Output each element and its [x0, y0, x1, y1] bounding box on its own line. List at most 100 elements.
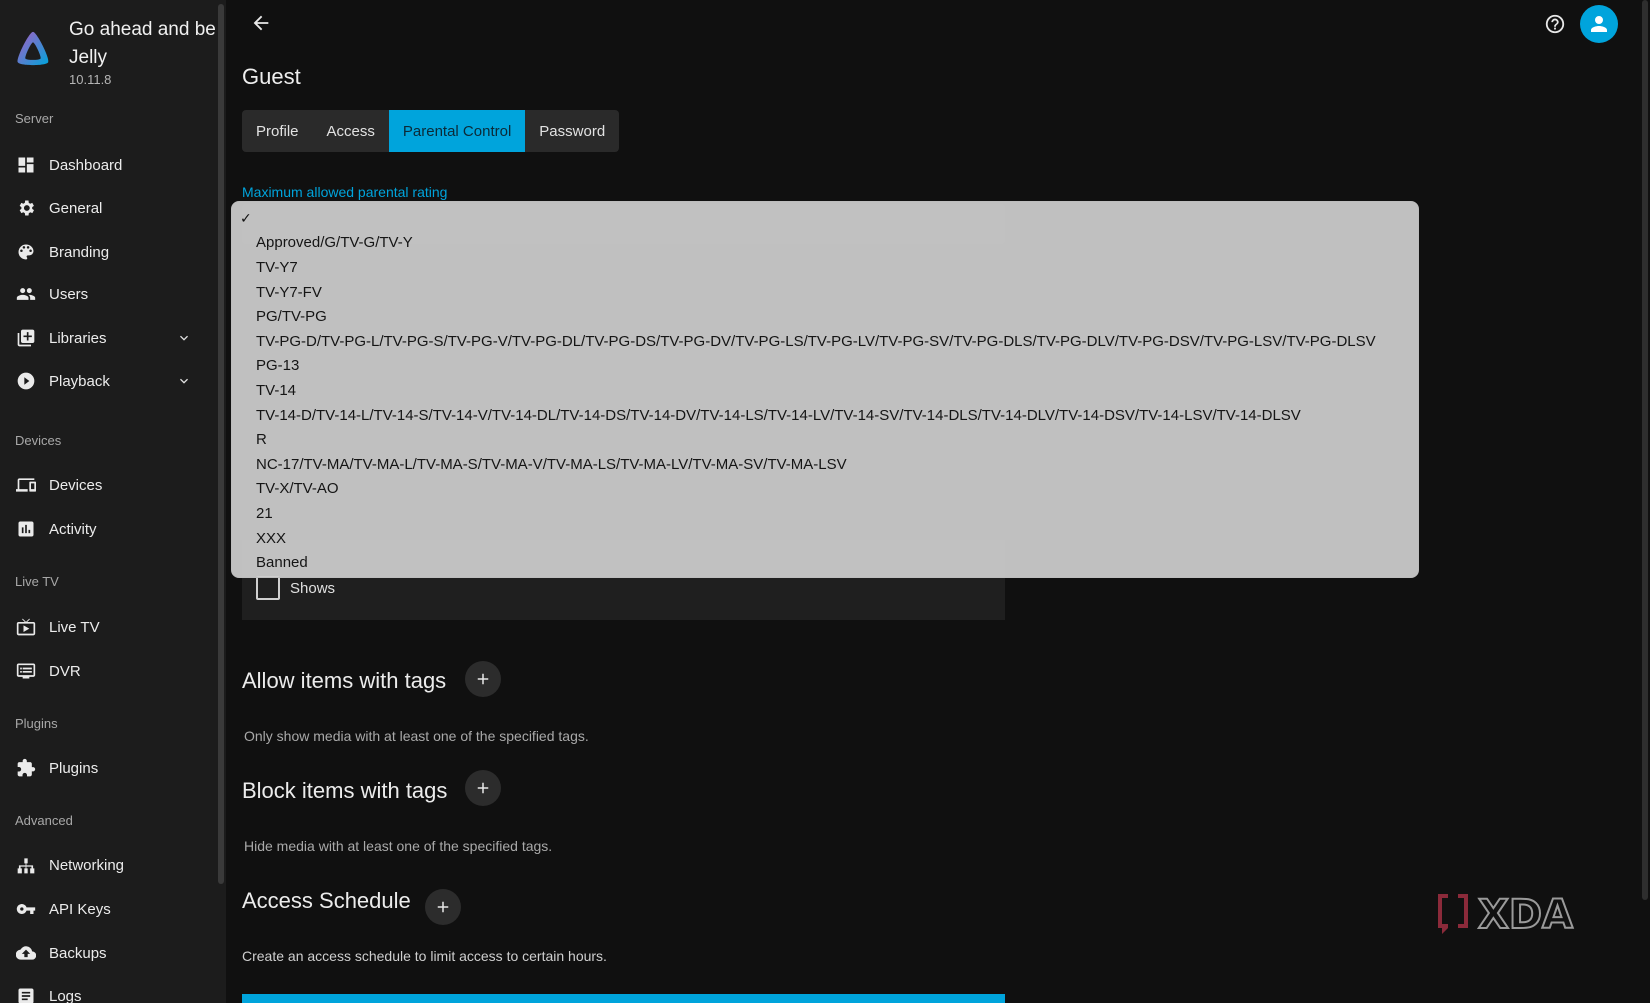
tab-profile[interactable]: Profile: [242, 110, 313, 152]
rating-option-label: TV-PG-D/TV-PG-L/TV-PG-S/TV-PG-V/TV-PG-DL…: [256, 332, 1376, 350]
chevron-down-icon[interactable]: [176, 373, 192, 389]
add-schedule-button[interactable]: [425, 889, 461, 925]
rating-option-label: Approved/G/TV-G/TV-Y: [256, 234, 413, 252]
rating-option[interactable]: R: [232, 427, 1418, 452]
sidebar-item-devices[interactable]: Devices: [0, 465, 210, 505]
users-icon: [16, 284, 36, 304]
plus-icon: [437, 901, 449, 913]
parental-rating-dropdown[interactable]: ✓ Approved/G/TV-G/TV-Y TV-Y7 TV-Y7-FV PG/TV-…: [231, 201, 1419, 578]
block-tags-description: Hide media with at least one of the spec…: [244, 838, 553, 854]
rating-option-label: TV-X/TV-AO: [256, 480, 339, 498]
access-schedule-description: Create an access schedule to limit acces…: [242, 948, 607, 964]
shows-checkbox-row[interactable]: Shows: [256, 576, 335, 600]
rating-option-label: R: [256, 431, 267, 449]
sidebar-item-networking[interactable]: Networking: [0, 845, 210, 885]
rating-option[interactable]: TV-X/TV-AO: [232, 477, 1418, 502]
add-block-tag-button[interactable]: [465, 770, 501, 806]
rating-option-label: TV-Y7-FV: [256, 283, 322, 301]
server-version: 10.11.8: [69, 72, 112, 87]
gear-icon: [16, 198, 36, 218]
shows-checkbox[interactable]: [256, 576, 280, 600]
tab-parental-control[interactable]: Parental Control: [388, 110, 526, 152]
sidebar-item-logs[interactable]: Logs: [0, 976, 210, 1003]
xda-watermark-logo: XDA: [1438, 891, 1574, 936]
rating-option[interactable]: XXX: [232, 526, 1418, 551]
puzzle-icon: [16, 758, 36, 778]
user-avatar-button[interactable]: [1580, 5, 1618, 43]
svg-text:XDA: XDA: [1478, 892, 1573, 936]
palette-icon: [16, 242, 36, 262]
rating-option[interactable]: PG-13: [232, 354, 1418, 379]
sidebar-item-backups[interactable]: Backups: [0, 933, 210, 973]
cloud-upload-icon: [16, 943, 36, 963]
key-icon: [16, 899, 36, 919]
section-label-server: Server: [15, 111, 54, 126]
rating-option[interactable]: PG/TV-PG: [232, 304, 1418, 329]
help-circle-icon: [1545, 14, 1565, 34]
sidebar-item-api-keys[interactable]: API Keys: [0, 889, 210, 929]
page-scrollbar[interactable]: [1642, 0, 1648, 900]
rating-option[interactable]: Banned: [232, 550, 1418, 575]
play-circle-icon: [16, 371, 36, 391]
max-rating-label: Maximum allowed parental rating: [242, 184, 448, 200]
rating-option-label: Banned: [256, 554, 308, 572]
rating-option-label: TV-14-D/TV-14-L/TV-14-S/TV-14-V/TV-14-DL…: [256, 406, 1301, 424]
sidebar-item-libraries[interactable]: Libraries: [0, 318, 210, 358]
access-schedule-heading: Access Schedule: [242, 888, 411, 913]
rating-option[interactable]: NC-17/TV-MA/TV-MA-L/TV-MA-S/TV-MA-V/TV-M…: [232, 452, 1418, 477]
rating-option[interactable]: TV-Y7-FV: [232, 280, 1418, 305]
section-label-live-tv: Live TV: [15, 574, 59, 589]
activity-chart-icon: [16, 519, 36, 539]
brand[interactable]: Go ahead and be Jelly 10.11.8: [14, 14, 216, 94]
allow-tags-description: Only show media with at least one of the…: [244, 728, 589, 744]
chevron-down-icon[interactable]: [176, 330, 192, 346]
devices-icon: [16, 475, 36, 495]
rating-option[interactable]: Approved/G/TV-G/TV-Y: [232, 231, 1418, 256]
arrow-back-icon: [253, 15, 269, 31]
library-add-icon: [16, 328, 36, 348]
block-tags-heading: Block items with tags: [242, 778, 448, 803]
live-tv-icon: [16, 617, 36, 637]
rating-option[interactable]: TV-Y7: [232, 255, 1418, 280]
section-label-advanced: Advanced: [15, 813, 73, 828]
logs-icon: [16, 986, 36, 1003]
sidebar-item-dvr[interactable]: DVR: [0, 651, 210, 691]
sidebar-item-plugins[interactable]: Plugins: [0, 748, 210, 788]
dashboard-icon: [16, 155, 36, 175]
sidebar-item-live-tv[interactable]: Live TV: [0, 607, 210, 647]
sidebar-item-users[interactable]: Users: [0, 274, 210, 314]
sidebar-scrollbar[interactable]: [218, 4, 224, 884]
save-button[interactable]: [242, 994, 1005, 1003]
sidebar-item-dashboard[interactable]: Dashboard: [0, 145, 210, 185]
section-label-plugins: Plugins: [15, 716, 58, 731]
back-button[interactable]: [250, 12, 274, 36]
help-button[interactable]: [1544, 13, 1566, 35]
rating-option[interactable]: 21: [232, 501, 1418, 526]
jellyfin-logo-icon: [17, 31, 49, 66]
tab-password[interactable]: Password: [525, 110, 619, 152]
rating-option[interactable]: ✓: [232, 206, 1418, 231]
rating-option[interactable]: TV-14: [232, 378, 1418, 403]
sidebar-item-general[interactable]: General: [0, 188, 210, 228]
network-icon: [16, 855, 36, 875]
user-tabs: Profile Access Parental Control Password: [242, 110, 620, 152]
tab-access[interactable]: Access: [313, 110, 389, 152]
sidebar: Go ahead and be Jelly 10.11.8 Server Das…: [0, 0, 226, 1003]
rating-option[interactable]: TV-14-D/TV-14-L/TV-14-S/TV-14-V/TV-14-DL…: [232, 403, 1418, 428]
dvr-icon: [16, 661, 36, 681]
server-name: Go ahead and be Jelly: [69, 19, 216, 68]
rating-option-label: TV-14: [256, 381, 297, 399]
plus-icon: [477, 673, 489, 685]
sidebar-item-branding[interactable]: Branding: [0, 232, 210, 272]
rating-option[interactable]: TV-PG-D/TV-PG-L/TV-PG-S/TV-PG-V/TV-PG-DL…: [232, 329, 1418, 354]
section-label-devices: Devices: [15, 433, 62, 448]
allow-tags-heading: Allow items with tags: [242, 668, 447, 693]
person-icon: [1591, 16, 1607, 32]
plus-icon: [477, 782, 489, 794]
sidebar-item-activity[interactable]: Activity: [0, 509, 210, 549]
add-allow-tag-button[interactable]: [465, 661, 501, 697]
shows-label: Shows: [290, 579, 336, 597]
rating-option-label: PG-13: [256, 357, 300, 375]
rating-option-label: 21: [256, 504, 273, 522]
sidebar-item-playback[interactable]: Playback: [0, 361, 210, 401]
